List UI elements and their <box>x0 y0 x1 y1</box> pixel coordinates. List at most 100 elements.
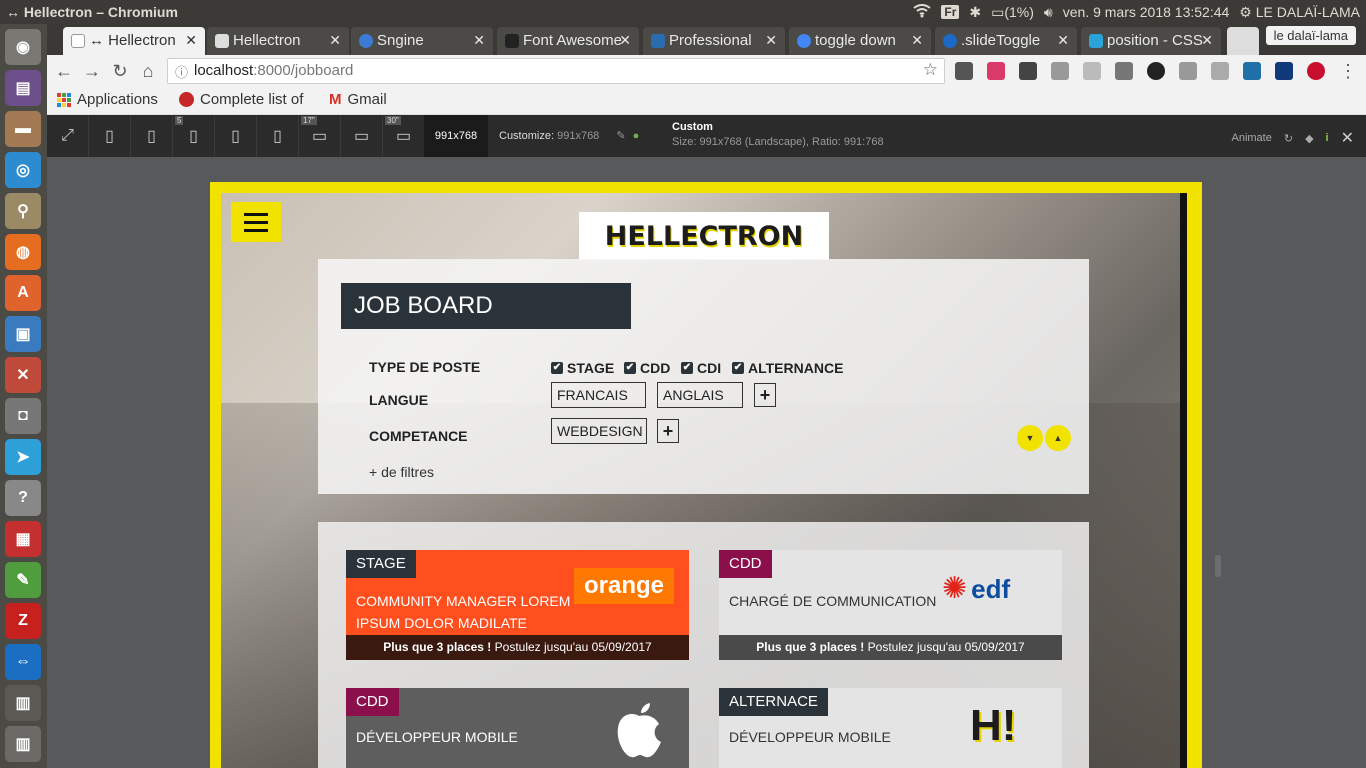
device-laptop[interactable]: ▭ <box>341 115 383 157</box>
device-phone-small[interactable]: ▯ <box>89 115 131 157</box>
extension-icon[interactable] <box>1179 62 1197 80</box>
keyboard-layout-indicator[interactable]: Fr <box>941 5 960 19</box>
tab-hellectron[interactable]: Hellectron ✕ <box>207 27 349 55</box>
more-filters-link[interactable]: + de filtres <box>369 464 434 480</box>
close-icon[interactable]: ✕ <box>1057 32 1069 49</box>
bookmark-star-icon[interactable]: ☆ <box>923 60 938 80</box>
address-bar[interactable]: ⓘ localhost:8000/jobboard ☆ <box>167 58 945 84</box>
search-app-icon[interactable]: ⚲ <box>5 193 41 229</box>
add-language-button[interactable]: + <box>754 383 776 407</box>
extension-icon[interactable] <box>1051 62 1069 80</box>
files-icon[interactable]: ▬ <box>5 111 41 147</box>
tab-professional[interactable]: Professional ✕ <box>643 27 785 55</box>
device-monitor-17[interactable]: 17" ▭ <box>299 115 341 157</box>
tag-francais[interactable]: FRANCAIS <box>551 382 646 408</box>
checkbox-cdi[interactable]: ✔ CDI <box>681 360 721 376</box>
workspace-icon[interactable]: ▦ <box>5 521 41 557</box>
volume-icon[interactable]: 🔊︎ <box>1044 4 1053 21</box>
pinterest-icon[interactable] <box>1307 62 1325 80</box>
device-monitor-30[interactable]: 30" ▭ <box>383 115 425 157</box>
device-tablet[interactable]: ▯ <box>215 115 257 157</box>
animate-label[interactable]: Animate <box>1231 132 1271 144</box>
checkbox-cdd[interactable]: ✔ CDD <box>624 360 670 376</box>
add-competence-button[interactable]: + <box>657 419 679 443</box>
bookmark-complete-list[interactable]: Complete list of <box>179 91 303 108</box>
software-center-icon[interactable]: A <box>5 275 41 311</box>
telegram-icon[interactable]: ➤ <box>5 439 41 475</box>
checkbox-alternance[interactable]: ✔ ALTERNANCE <box>732 360 843 376</box>
drop-icon[interactable]: ◆ <box>1305 132 1313 145</box>
menu-icon[interactable]: ⋮ <box>1337 60 1359 82</box>
info-icon[interactable]: i <box>1326 132 1329 144</box>
editor-icon[interactable]: ✎ <box>5 562 41 598</box>
info-icon[interactable]: ⓘ <box>175 62 188 81</box>
pencil-icon[interactable]: ✎ <box>616 130 625 142</box>
clock[interactable]: ven. 9 mars 2018 13:52:44 <box>1063 4 1230 20</box>
resize-handle[interactable] <box>1215 555 1221 577</box>
add-icon[interactable]: ● <box>633 130 640 142</box>
trash-icon[interactable]: ▥ <box>5 726 41 762</box>
bluetooth-icon[interactable]: ✱ <box>969 4 981 21</box>
media-app-icon[interactable]: ▤ <box>5 70 41 106</box>
checkbox-stage[interactable]: ✔ STAGE <box>551 360 614 376</box>
extension-icon[interactable] <box>1243 62 1261 80</box>
close-icon[interactable]: ✕ <box>473 32 485 49</box>
job-card[interactable]: ALTERNACE DÉVELOPPEUR MOBILE H! <box>719 688 1062 768</box>
job-card[interactable]: STAGE COMMUNITY MANAGER LOREM IPSUM DOLO… <box>346 550 689 660</box>
close-icon[interactable]: ✕ <box>1341 128 1354 148</box>
battery-indicator[interactable]: ▭(1%) <box>991 4 1034 21</box>
back-button[interactable]: ← <box>53 60 75 82</box>
extension-icon[interactable] <box>1275 62 1293 80</box>
collapse-up-button[interactable]: ▲ <box>1045 425 1071 451</box>
document-viewer-icon[interactable]: ▣ <box>5 316 41 352</box>
bookmark-apps[interactable]: Applications <box>57 91 158 108</box>
close-icon[interactable]: ✕ <box>185 32 197 49</box>
home-button[interactable]: ⌂ <box>137 60 159 82</box>
device-phone[interactable]: ▯ <box>131 115 173 157</box>
extension-icon[interactable] <box>1115 62 1133 80</box>
tab-hellectron-active[interactable]: ↔ Hellectron ✕ <box>63 27 205 55</box>
user-menu[interactable]: ⚙ LE DALAÏ-LAMA <box>1239 4 1360 21</box>
tab-slidetoggle[interactable]: .slideToggle ✕ <box>935 27 1077 55</box>
tab-position-css[interactable]: position - CSS ✕ <box>1081 27 1221 55</box>
site-logo[interactable]: HELLECTRON <box>579 212 829 260</box>
device-phone-5[interactable]: 5 ▯ <box>173 115 215 157</box>
firefox-icon[interactable]: ◍ <box>5 234 41 270</box>
job-card[interactable]: CDD CHARGÉ DE COMMUNICATION ✺ edf Plus q… <box>719 550 1062 660</box>
hamburger-menu-button[interactable] <box>231 202 281 242</box>
download-icon[interactable] <box>1019 62 1037 80</box>
customize-size[interactable]: Customize: 991x768 ✎ ● <box>499 129 639 142</box>
rotate-icon[interactable]: ↻ <box>1284 132 1293 145</box>
cast-icon[interactable] <box>955 62 973 80</box>
tab-toggle-down[interactable]: toggle down ✕ <box>789 27 931 55</box>
close-icon[interactable]: ✕ <box>329 32 341 49</box>
help-icon[interactable]: ? <box>5 480 41 516</box>
extension-icon[interactable] <box>1211 62 1229 80</box>
tab-sngine[interactable]: Sngine ✕ <box>351 27 493 55</box>
tag-webdesign[interactable]: WEBDESIGN <box>551 418 647 444</box>
page-scrollbar[interactable] <box>1180 193 1187 768</box>
new-tab-button[interactable] <box>1227 27 1259 55</box>
filezilla-icon[interactable]: Z <box>5 603 41 639</box>
dash-home-icon[interactable]: ◉ <box>5 29 41 65</box>
close-icon[interactable]: ✕ <box>911 32 923 49</box>
close-icon[interactable]: ✕ <box>765 32 777 49</box>
teamviewer-icon[interactable]: ⇔ <box>5 644 41 680</box>
chromium-icon[interactable]: ◎ <box>5 152 41 188</box>
workspace-switcher-icon[interactable]: ▥ <box>5 685 41 721</box>
fullscreen-icon[interactable]: ⤢ <box>47 115 89 157</box>
close-icon[interactable]: ✕ <box>619 32 631 49</box>
device-tablet-large[interactable]: ▯ <box>257 115 299 157</box>
reload-button[interactable]: ↻ <box>109 60 131 82</box>
extension-icon[interactable] <box>987 62 1005 80</box>
bookmark-gmail[interactable]: M Gmail <box>329 91 387 108</box>
tag-anglais[interactable]: ANGLAIS <box>657 382 743 408</box>
tab-font-awesome[interactable]: Font Awesome ✕ <box>497 27 639 55</box>
extension-icon[interactable] <box>1083 62 1101 80</box>
camera-icon[interactable]: ◘ <box>5 398 41 434</box>
collapse-down-button[interactable]: ▼ <box>1017 425 1043 451</box>
job-card[interactable]: CDD DÉVELOPPEUR MOBILE <box>346 688 689 768</box>
forward-button[interactable]: → <box>81 60 103 82</box>
wifi-icon[interactable] <box>913 3 931 21</box>
current-size[interactable]: 991x768 <box>424 115 488 157</box>
